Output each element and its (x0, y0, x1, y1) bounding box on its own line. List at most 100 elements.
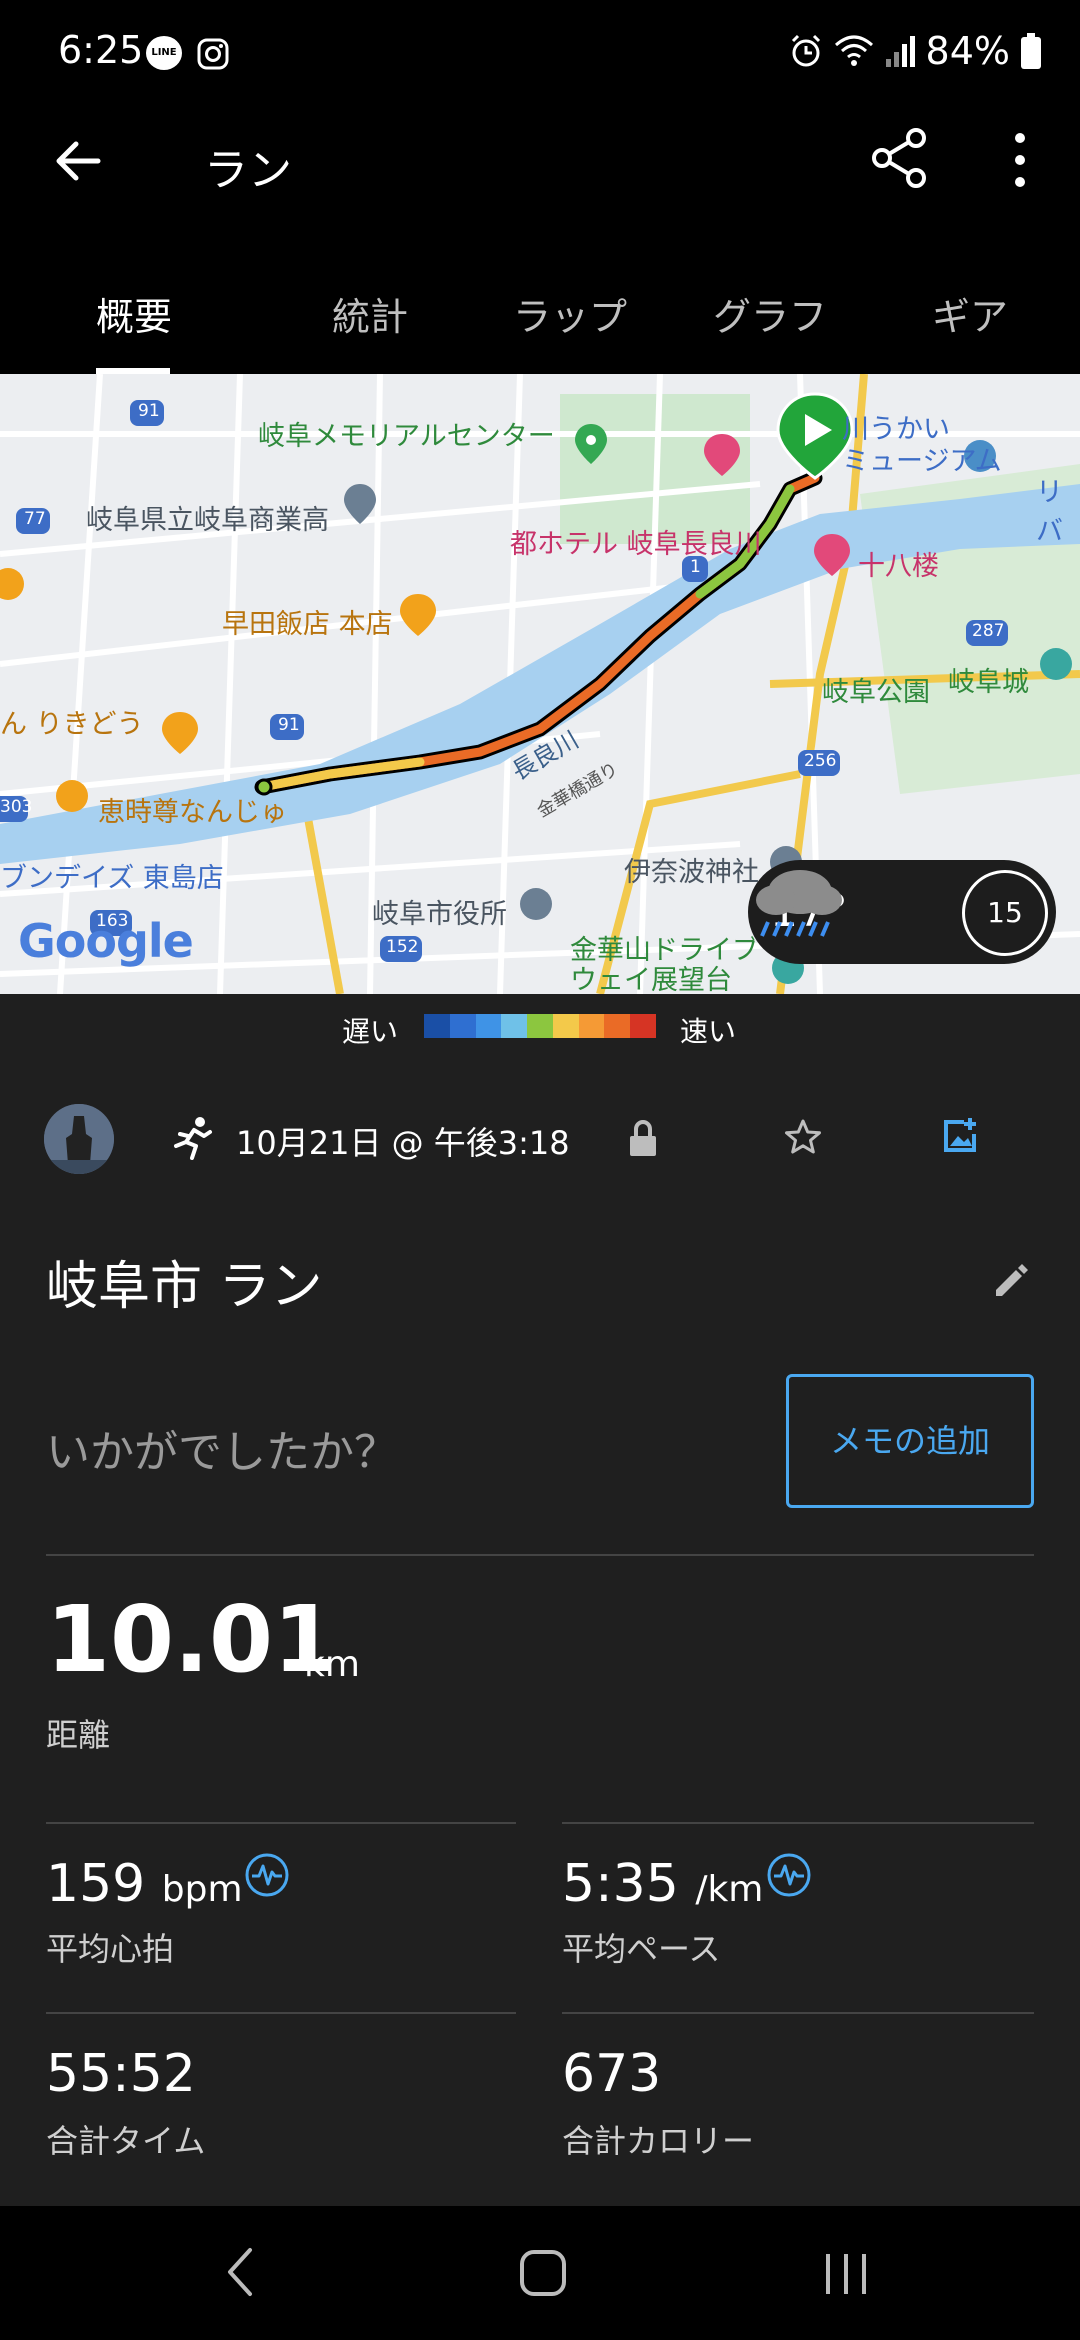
map-label-koen: 岐阜公園 (822, 677, 930, 708)
map-label-ejison: 恵時尊なんじゅ (98, 797, 287, 828)
memo-input[interactable]: いかがでしたか？ (46, 1416, 398, 1480)
legend-color-swatch (552, 1014, 579, 1038)
avg-heart-rate-unit: bpm (161, 1869, 243, 1910)
legend-color-swatch (578, 1014, 605, 1038)
avg-pace-label: 平均ペース (562, 1930, 721, 1968)
nav-recent-apps-icon[interactable] (822, 2252, 870, 2296)
map-label-waseda: 早田飯店 本店 (222, 609, 393, 640)
map-label-drive: 金華山ドライブ ウェイ展望台 (570, 935, 759, 995)
city-office-pin-icon[interactable] (520, 888, 552, 920)
avg-pace-unit: /km (695, 1869, 764, 1910)
legend-color-swatch (604, 1014, 631, 1038)
add-memo-button[interactable]: メモの追加 (786, 1374, 1034, 1508)
star-icon[interactable] (784, 1118, 822, 1156)
legend-fast-label: 速い (680, 1015, 737, 1048)
legend-color-bar (424, 1014, 657, 1038)
map-label-rikidou: ん りきどう (0, 709, 144, 740)
tab-bar: 概要 統計 ラップ グラフ ギア (0, 216, 1080, 374)
avg-pace-value: 5:35 /km (562, 1854, 763, 1914)
app-bar: ラン (0, 106, 1080, 216)
tab-stats[interactable]: 統計 (270, 216, 470, 374)
route-shield-label: 287 (972, 621, 1005, 641)
add-photo-icon[interactable] (942, 1114, 982, 1154)
distance-unit: km (304, 1644, 360, 1685)
avg-heart-rate-value: 159 bpm (46, 1854, 243, 1914)
lock-icon[interactable] (628, 1118, 658, 1158)
cafe-pin-icon[interactable] (56, 780, 88, 812)
tab-overview[interactable]: 概要 (0, 216, 270, 374)
pace-insight-icon[interactable] (766, 1852, 812, 1898)
map-label-dendeis: ブンデイズ 東島店 (0, 863, 224, 894)
map-label-hotel: 都ホテル 岐阜長良川 (510, 529, 762, 560)
nav-home-icon[interactable] (520, 2250, 566, 2296)
back-arrow-icon[interactable] (48, 130, 110, 192)
page-title: ラン (204, 145, 292, 196)
weather-widget[interactable]: 17° 15 (748, 860, 1056, 964)
battery-percent: 84% (925, 29, 1010, 73)
divider (46, 1554, 1034, 1556)
map-label-juhachiro: 十八楼 (858, 551, 939, 582)
activity-summary: 10月21日 @ 午後3:18 岐阜市 ラン いかがでしたか？ メモの追加 10… (0, 1066, 1080, 2206)
avatar[interactable] (44, 1104, 114, 1174)
route-shield-label: 77 (24, 509, 46, 529)
instagram-icon (197, 38, 229, 70)
divider (562, 1822, 1034, 1824)
map-label-city-office: 岐阜市役所 (372, 899, 507, 930)
line-app-icon: LINE (146, 36, 182, 70)
legend-color-swatch (424, 1014, 450, 1038)
route-shield-label: 303 (0, 797, 33, 817)
divider (562, 2012, 1034, 2014)
map-label-ribe: リバ (1036, 477, 1063, 547)
share-icon[interactable] (868, 126, 932, 190)
legend-color-swatch (449, 1014, 476, 1038)
total-time-value: 55:52 (46, 2044, 196, 2104)
route-shield-label: 1 (690, 557, 701, 577)
route-shield-label: 256 (804, 751, 837, 771)
rain-cloud-icon (756, 870, 842, 937)
system-nav-bar (0, 2206, 1080, 2340)
map-label-museum: 川うかい ミュージアム (842, 414, 1002, 477)
map-label-castle: 岐阜城 (948, 667, 1029, 698)
legend-color-swatch (527, 1014, 553, 1038)
legend-color-swatch (501, 1014, 528, 1038)
map-label-memorial: 岐阜メモリアルセンター (258, 421, 555, 452)
route-map[interactable]: 岐阜メモリアルセンター 岐阜県立岐阜商業高 都ホテル 岐阜長良川 川うかい ミュ… (0, 374, 1080, 994)
route-shield-label: 91 (138, 401, 160, 421)
more-options-icon[interactable] (1000, 128, 1040, 192)
legend-color-swatch (630, 1014, 657, 1038)
nav-back-icon[interactable] (222, 2246, 258, 2298)
running-icon (174, 1117, 212, 1160)
castle-pin-icon[interactable] (1040, 648, 1072, 680)
activity-date: 10月21日 @ 午後3:18 (236, 1124, 570, 1162)
divider (46, 1822, 516, 1824)
heart-rate-icon[interactable] (244, 1852, 290, 1898)
tab-graph[interactable]: グラフ (670, 216, 870, 374)
status-bar: 6:25 LINE 84% (0, 0, 1080, 106)
total-calories-label: 合計カロリー (562, 2122, 755, 2160)
avatar-image (44, 1104, 114, 1174)
timer-badge: 15 (962, 870, 1048, 956)
distance-label: 距離 (46, 1716, 111, 1754)
map-label-school: 岐阜県立岐阜商業高 (86, 505, 329, 536)
status-icons: 84% (788, 26, 1042, 76)
avg-heart-rate-label: 平均心拍 (46, 1930, 175, 1968)
legend-slow-label: 遅い (342, 1015, 399, 1048)
map-label-inaba: 伊奈波神社 (624, 857, 759, 888)
signal-icon (885, 36, 915, 67)
status-time: 6:25 (58, 28, 144, 72)
tab-gear[interactable]: ギア (870, 216, 1070, 374)
edit-pencil-icon[interactable] (992, 1260, 1030, 1298)
pace-legend: 遅い 速い (0, 994, 1080, 1066)
distance-value: 10.01 (46, 1586, 338, 1693)
activity-title: 岐阜市 ラン (46, 1257, 323, 1317)
google-logo: Google (18, 914, 194, 968)
avg-heart-rate-number: 159 (46, 1854, 146, 1914)
tab-laps[interactable]: ラップ (470, 216, 670, 374)
legend-color-swatch (475, 1014, 502, 1038)
route-shield-label: 152 (386, 937, 419, 957)
avg-pace-number: 5:35 (562, 1854, 679, 1914)
total-calories-value: 673 (562, 2044, 662, 2104)
battery-icon (1021, 33, 1041, 69)
wifi-icon (834, 35, 873, 66)
divider (46, 2012, 516, 2014)
